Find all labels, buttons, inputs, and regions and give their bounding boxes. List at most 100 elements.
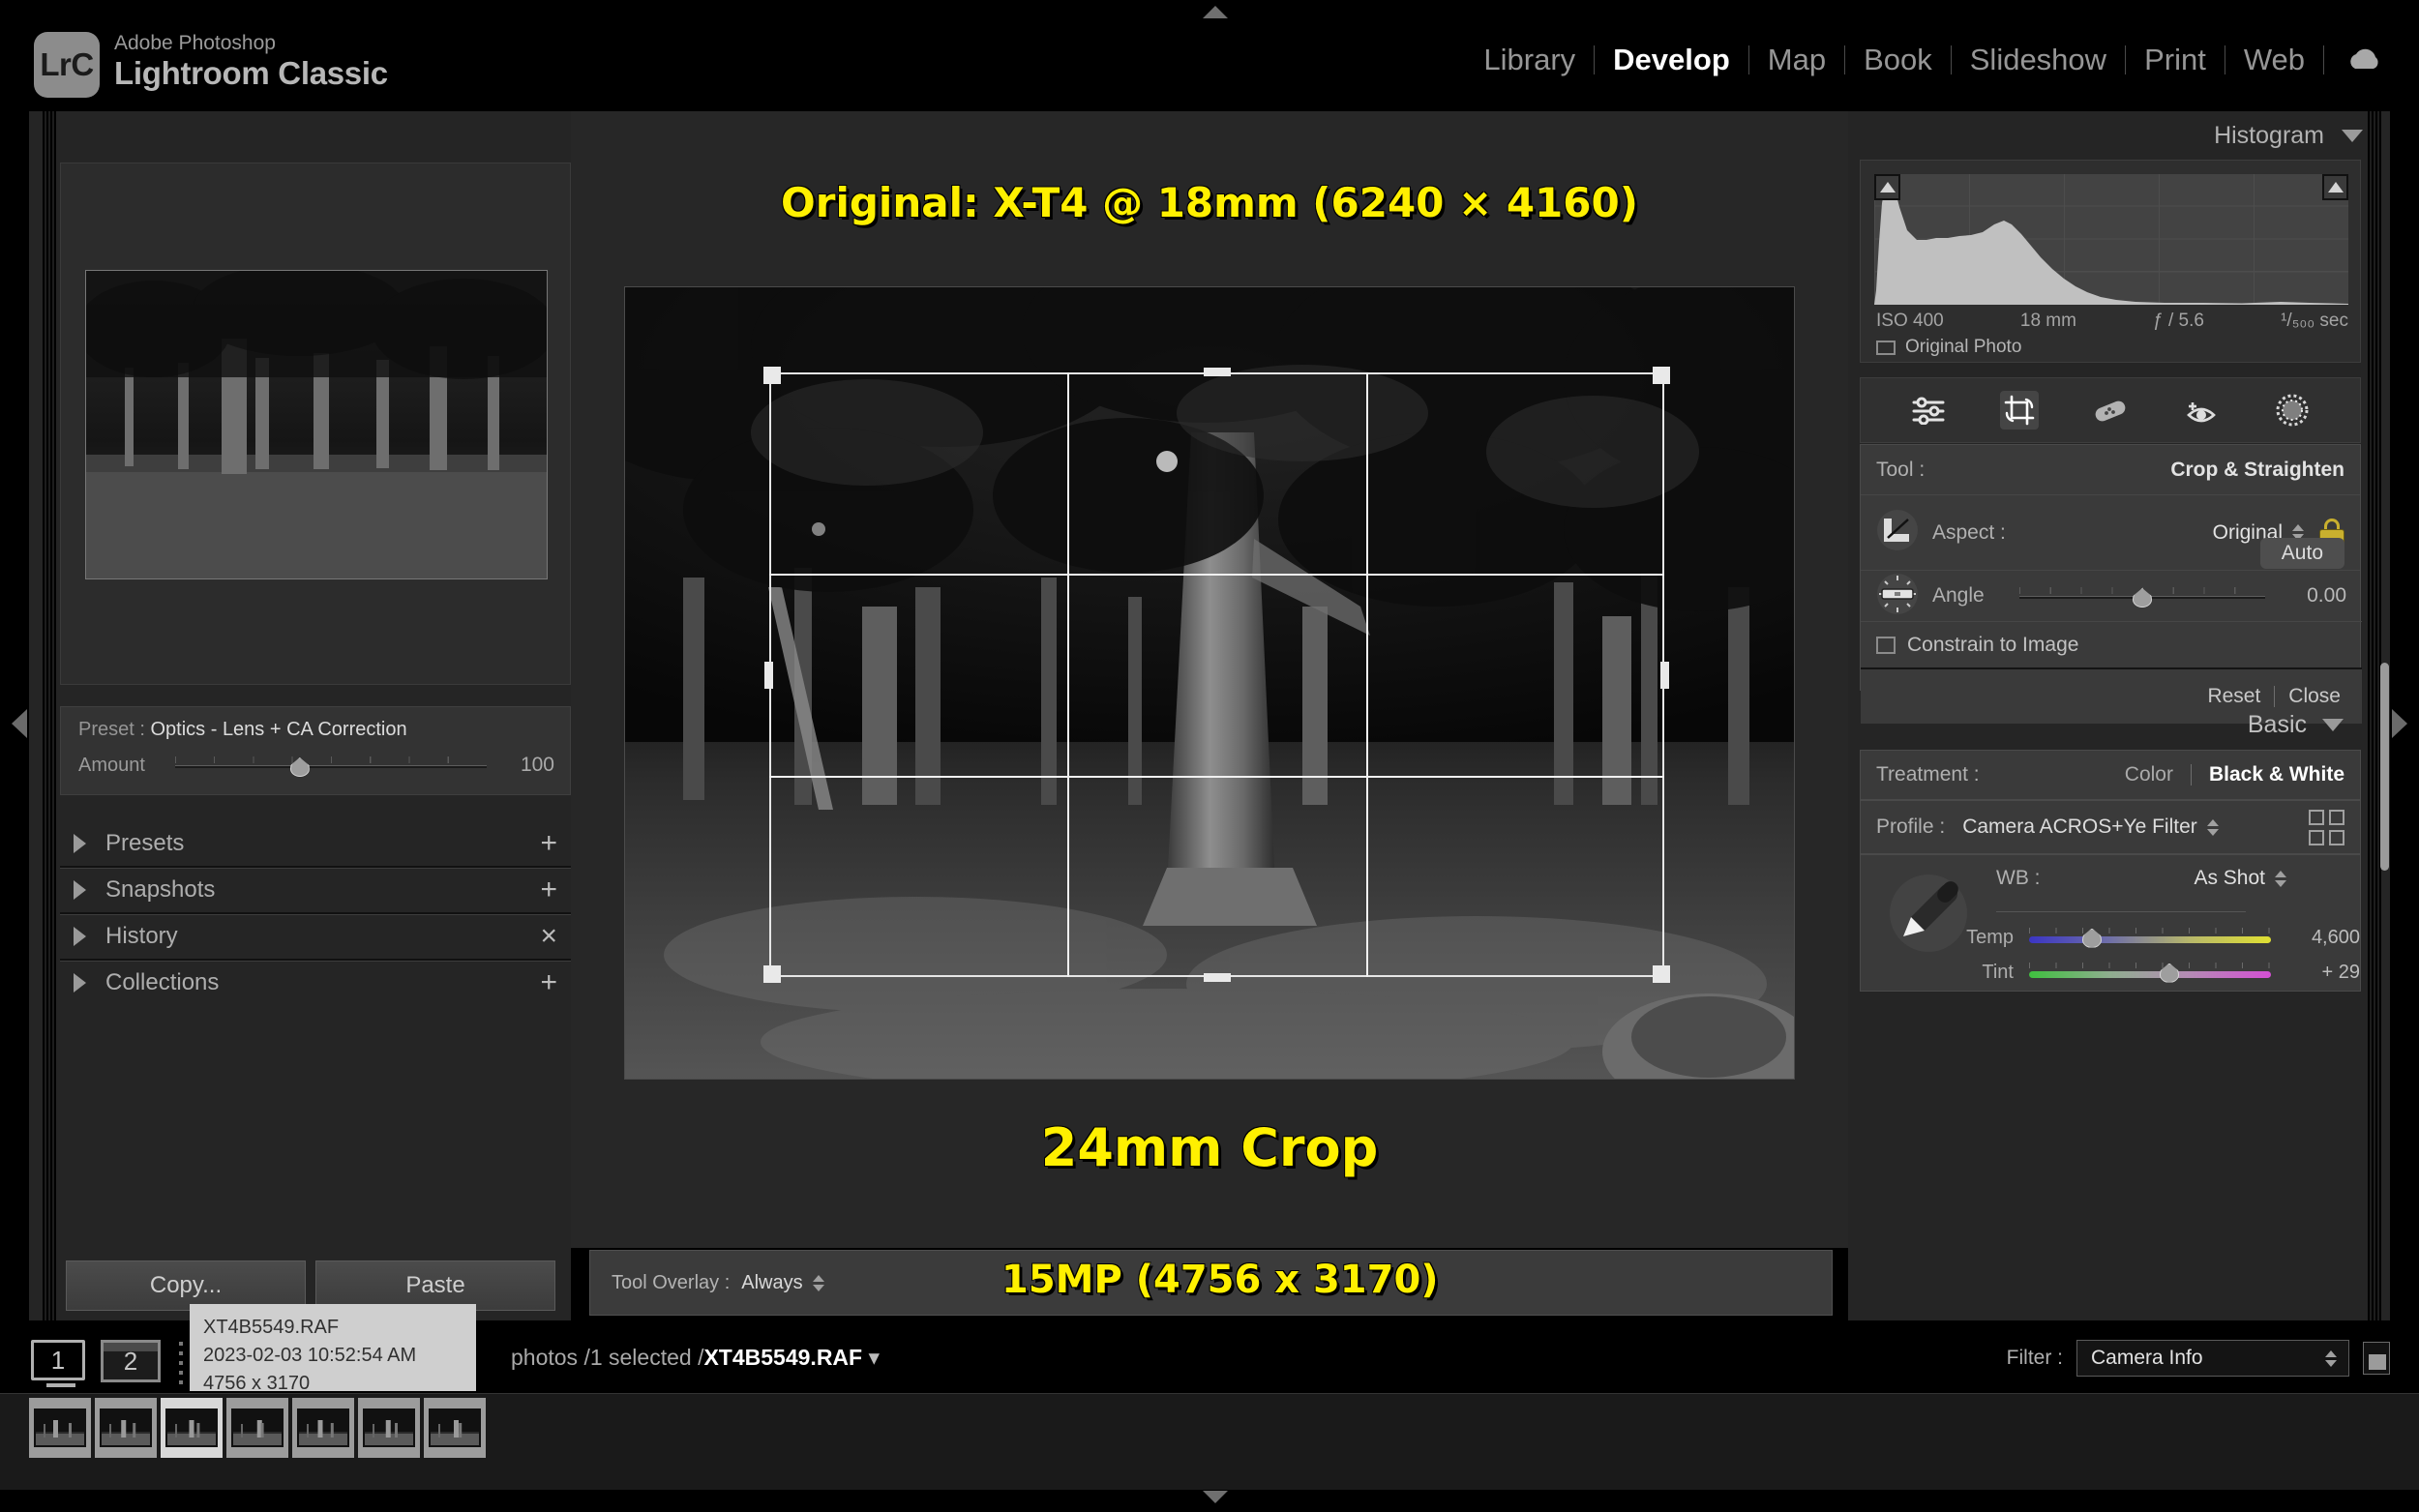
temp-slider-row: Temp 4,600 [1934, 927, 2360, 949]
filter-select[interactable]: Camera Info [2076, 1340, 2349, 1377]
left-section-snapshots[interactable]: Snapshots+ [60, 864, 571, 916]
left-section-presets[interactable]: Presets+ [60, 817, 571, 870]
tint-value[interactable]: + 29 [2271, 962, 2360, 984]
filmstrip-thumbnail[interactable] [29, 1398, 91, 1458]
filmstrip-thumbnail[interactable] [95, 1398, 157, 1458]
wb-value[interactable]: As Shot [2194, 867, 2265, 890]
module-slideshow[interactable]: Slideshow [1952, 43, 2125, 77]
angle-dial-icon[interactable] [1876, 573, 1919, 620]
profile-spinner-icon[interactable] [2207, 819, 2219, 836]
tool-overlay-spinner-icon[interactable] [813, 1275, 824, 1291]
chevron-down-icon[interactable]: ▾ [868, 1345, 880, 1370]
masking-icon[interactable] [2273, 391, 2312, 430]
chevron-right-icon[interactable] [74, 834, 86, 853]
cloud-sync-icon[interactable] [2344, 44, 2384, 77]
section-action-icon[interactable]: + [540, 968, 557, 997]
crop-overlay[interactable] [769, 372, 1664, 977]
module-develop[interactable]: Develop [1595, 43, 1748, 77]
wb-spinner-icon[interactable] [2275, 871, 2286, 887]
wb-row: WB : As Shot [1996, 867, 2286, 890]
left-section-collections[interactable]: Collections+ [60, 957, 571, 1009]
right-panel-collapse-icon[interactable] [2392, 709, 2407, 738]
chevron-down-icon[interactable] [2342, 130, 2363, 142]
auto-straighten-button[interactable]: Auto [2260, 538, 2344, 569]
crop-handle-right[interactable] [1660, 662, 1669, 689]
section-label: History [105, 923, 178, 950]
module-web[interactable]: Web [2225, 43, 2323, 77]
constrain-label: Constrain to Image [1907, 634, 2078, 657]
profile-label: Profile : [1876, 815, 1945, 839]
left-panel-collapse-icon[interactable] [12, 709, 27, 738]
checkbox-icon[interactable] [1876, 637, 1896, 654]
healing-brush-icon[interactable] [2091, 391, 2130, 430]
basic-adjust-icon[interactable] [1909, 391, 1948, 430]
right-panel-scrollbar[interactable] [2380, 663, 2389, 871]
chevron-down-icon[interactable] [2322, 719, 2344, 731]
chevron-right-icon[interactable] [74, 927, 86, 946]
source-filename: XT4B5549.RAF [703, 1345, 862, 1370]
treatment-bw-option[interactable]: Black & White [2209, 763, 2344, 786]
tool-overlay-value[interactable]: Always [741, 1272, 802, 1294]
chevron-right-icon[interactable] [74, 880, 86, 900]
section-action-icon[interactable]: × [540, 922, 557, 951]
secondary-monitor-button[interactable]: 2 [101, 1340, 161, 1382]
histogram-graph[interactable] [1874, 174, 2348, 305]
filmstrip-thumbnail[interactable] [424, 1398, 486, 1458]
crop-handle-top[interactable] [1204, 368, 1231, 376]
angle-value[interactable]: 0.00 [2265, 584, 2346, 608]
checkbox-icon[interactable] [1876, 341, 1896, 355]
basic-panel-header[interactable]: Basic [1860, 701, 2361, 748]
left-section-history[interactable]: History × [60, 910, 571, 963]
crop-handle-bottom-left[interactable] [763, 965, 781, 983]
crop-handle-bottom[interactable] [1204, 973, 1231, 982]
preset-value[interactable]: Optics - Lens + CA Correction [150, 719, 406, 740]
temp-value[interactable]: 4,600 [2271, 927, 2360, 949]
amount-slider[interactable] [175, 755, 487, 776]
angle-slider[interactable] [2019, 585, 2265, 607]
treatment-color-option[interactable]: Color [2125, 763, 2173, 786]
highlight-clipping-indicator-icon[interactable] [2322, 174, 2348, 200]
shadow-clipping-indicator-icon[interactable] [1874, 174, 1900, 200]
module-print[interactable]: Print [2126, 43, 2225, 77]
filter-spinner-icon[interactable] [2325, 1350, 2337, 1367]
original-photo-toggle[interactable]: Original Photo [1876, 337, 2021, 358]
filmstrip-thumbnail[interactable] [358, 1398, 420, 1458]
crop-icon[interactable] [2000, 391, 2039, 430]
crop-handle-bottom-right[interactable] [1653, 965, 1670, 983]
source-path-label[interactable]: photos /1 selected /XT4B5549.RAF ▾ [511, 1345, 880, 1371]
crop-handle-top-right[interactable] [1653, 367, 1670, 384]
section-action-icon[interactable]: + [540, 875, 557, 904]
histogram-header[interactable]: Histogram [1848, 111, 2390, 160]
filter-preview-toggle-icon[interactable] [2363, 1342, 2390, 1375]
bottom-panel-toggle-icon[interactable] [1203, 1491, 1228, 1503]
section-action-icon[interactable]: + [540, 829, 557, 858]
filmstrip-thumbnail[interactable] [226, 1398, 288, 1458]
aspect-label: Aspect : [1932, 521, 2006, 545]
annotation-megapixel-callout: 15MP (4756 x 3170) [1001, 1258, 1439, 1302]
crop-handle-left[interactable] [764, 662, 773, 689]
aspect-ratio-icon[interactable] [1876, 509, 1919, 556]
module-book[interactable]: Book [1845, 43, 1951, 77]
main-monitor-button[interactable]: 1 [31, 1340, 85, 1380]
profile-value[interactable]: Camera ACROS+Ye Filter [1962, 815, 2197, 839]
filmstrip-thumbnail[interactable] [161, 1398, 223, 1458]
tint-label: Tint [1934, 962, 2014, 984]
profile-browser-icon[interactable] [2309, 810, 2344, 845]
top-panel-toggle-icon[interactable] [1203, 6, 1228, 18]
red-eye-icon[interactable] [2182, 391, 2221, 430]
chevron-right-icon[interactable] [74, 973, 86, 993]
filmstrip-thumbnail[interactable] [292, 1398, 354, 1458]
lightroom-logo-icon: LrC [34, 32, 100, 98]
module-map[interactable]: Map [1749, 43, 1844, 77]
thumbnail-image [165, 1408, 218, 1447]
temp-slider[interactable] [2029, 928, 2271, 949]
crop-handle-top-left[interactable] [763, 367, 781, 384]
white-balance-selector-icon[interactable] [1882, 867, 1975, 964]
module-library[interactable]: Library [1465, 43, 1594, 77]
constrain-to-image-toggle[interactable]: Constrain to Image [1861, 621, 2362, 667]
navigator-preview-image[interactable] [85, 270, 548, 579]
white-balance-box: WB : As Shot Temp 4,600 Tint [1860, 854, 2361, 992]
filmstrip-grip-icon[interactable] [179, 1342, 183, 1384]
amount-value[interactable]: 100 [487, 754, 554, 777]
tint-slider[interactable] [2029, 963, 2271, 984]
